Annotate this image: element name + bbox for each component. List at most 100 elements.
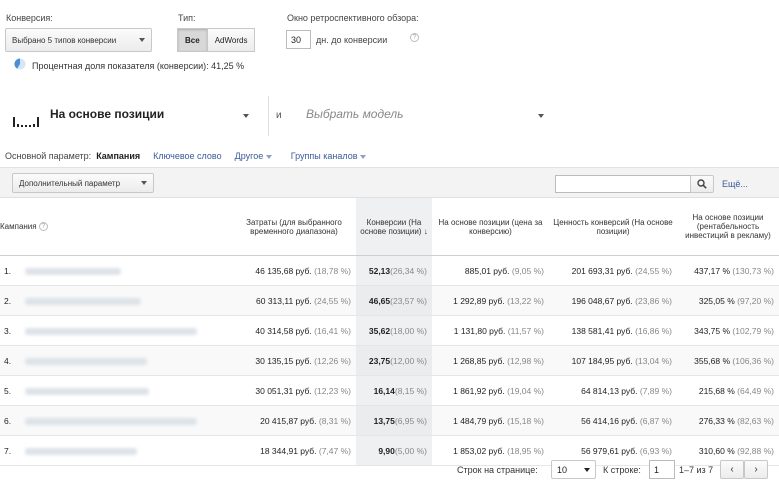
roas-cell: 437,17 % (130,73 %) (677, 255, 779, 286)
conversions-cell: 9,90(5,00 %) (356, 435, 432, 466)
roas-cell: 325,05 % (97,20 %) (677, 285, 779, 316)
table-row[interactable]: 1. 46 135,68 руб. (18,78 %) 52,13(26,34 %… (0, 255, 779, 286)
chevron-down-icon[interactable] (538, 114, 544, 118)
dimension-channel-groups-link[interactable]: Группы каналов (291, 151, 366, 161)
goto-row-label: К строке: (603, 465, 641, 475)
campaign-table: Кампания ? Затраты (для выбранного време… (0, 197, 779, 466)
campaign-cell[interactable]: 4. (0, 345, 232, 376)
type-label: Тип: (178, 13, 196, 23)
conversions-cell: 35,62(18,00 %) (356, 315, 432, 346)
table-row[interactable]: 6. 20 415,87 руб. (8,31 %) 13,75(6,95 %) 1… (0, 405, 779, 436)
roas-cell: 355,68 % (106,36 %) (677, 345, 779, 376)
type-adwords-button[interactable]: AdWords (207, 28, 256, 52)
chevron-down-icon (584, 467, 590, 472)
chevron-down-icon (139, 38, 145, 42)
cost-cell: 30 135,15 руб. (12,26 %) (232, 345, 356, 376)
dimension-campaign[interactable]: Кампания (96, 151, 140, 161)
search-button[interactable] (690, 175, 714, 193)
cpa-cell: 885,01 руб. (9,05 %) (432, 255, 549, 286)
campaign-name-redacted[interactable] (25, 447, 138, 455)
col-cpa[interactable]: На основе позиции (цена за конверсию) (432, 197, 549, 256)
value-cell: 64 814,13 руб. (7,89 %) (549, 375, 677, 406)
chevron-down-icon[interactable] (243, 114, 249, 118)
chevron-left-icon: ‹ (730, 464, 734, 475)
table-row[interactable]: 2. 60 313,11 руб. (24,55 %) 46,65(23,57 %… (0, 285, 779, 316)
conversions-cell: 16,14(8,15 %) (356, 375, 432, 406)
type-toggle: Все AdWords (177, 28, 256, 52)
campaign-name-redacted[interactable] (25, 387, 150, 395)
more-link[interactable]: Ещё... (722, 179, 748, 189)
campaign-name-redacted[interactable] (25, 327, 198, 335)
campaign-name-redacted[interactable] (25, 357, 148, 365)
row-number: 7. (4, 445, 12, 456)
cpa-cell: 1 861,92 руб. (19,04 %) (432, 375, 549, 406)
next-page-button[interactable]: › (744, 460, 768, 479)
value-cell: 56 414,16 руб. (6,87 %) (549, 405, 677, 436)
divider (268, 96, 269, 136)
primary-dimension-bar: Основной параметр: Кампания Ключевое сло… (5, 151, 366, 161)
col-roas[interactable]: На основе позиции (рентабельность инвест… (677, 197, 779, 256)
window-suffix: дн. до конверсии (316, 35, 388, 45)
dimension-other-link[interactable]: Другое (235, 151, 272, 161)
campaign-name-redacted[interactable] (25, 417, 198, 425)
cost-cell: 18 344,91 руб. (7,47 %) (232, 435, 356, 466)
conversion-select[interactable]: Выбрано 5 типов конверсии (5, 28, 152, 52)
share-text: Процентная доля показателя (конверсии): … (32, 61, 245, 71)
conversion-label: Конверсия: (6, 13, 53, 23)
cpa-cell: 1 131,80 руб. (11,57 %) (432, 315, 549, 346)
cpa-cell: 1 292,89 руб. (13,22 %) (432, 285, 549, 316)
model-connector: и (276, 110, 282, 121)
window-input[interactable]: 30 (286, 30, 311, 49)
roas-cell: 215,68 % (64,49 %) (677, 375, 779, 406)
table-row[interactable]: 4. 30 135,15 руб. (12,26 %) 23,75(12,00 %… (0, 345, 779, 376)
value-cell: 201 693,31 руб. (24,55 %) (549, 255, 677, 286)
secondary-dimension-label: Дополнительный параметр (19, 178, 121, 188)
cost-cell: 60 313,11 руб. (24,55 %) (232, 285, 356, 316)
rows-per-page-select[interactable]: 10 (551, 460, 596, 479)
col-conversions[interactable]: Конверсии (На основе позиции) ↓ (356, 197, 432, 256)
campaign-name-redacted[interactable] (25, 297, 142, 305)
page-range: 1–7 из 7 (679, 465, 714, 475)
campaign-cell[interactable]: 5. (0, 375, 232, 406)
campaign-cell[interactable]: 6. (0, 405, 232, 436)
help-icon: ? (38, 222, 48, 232)
model-primary-select[interactable]: На основе позиции (50, 107, 164, 121)
type-all-button[interactable]: Все (177, 28, 208, 52)
col-campaign[interactable]: Кампания ? (0, 197, 232, 256)
pie-chart-icon (14, 58, 26, 70)
col-value[interactable]: Ценность конверсий (На основе позиции) (549, 197, 677, 256)
roas-cell: 343,75 % (102,79 %) (677, 315, 779, 346)
conversions-cell: 13,75(6,95 %) (356, 405, 432, 436)
campaign-cell[interactable]: 3. (0, 315, 232, 346)
table-row[interactable]: 5. 30 051,31 руб. (12,23 %) 16,14(8,15 %)… (0, 375, 779, 406)
conversions-cell: 23,75(12,00 %) (356, 345, 432, 376)
campaign-cell[interactable]: 7. (0, 435, 232, 466)
secondary-dimension-button[interactable]: Дополнительный параметр (12, 173, 154, 193)
goto-row-input[interactable]: 1 (649, 460, 675, 479)
campaign-cell[interactable]: 2. (0, 285, 232, 316)
chevron-right-icon: › (754, 464, 758, 475)
cost-cell: 30 051,31 руб. (12,23 %) (232, 375, 356, 406)
model-secondary-select[interactable]: Выбрать модель (306, 107, 403, 121)
cpa-cell: 1 268,85 руб. (12,98 %) (432, 345, 549, 376)
rows-per-page-label: Строк на странице: (457, 465, 538, 475)
sort-down-icon: ↓ (423, 226, 428, 236)
help-icon[interactable]: ? (410, 33, 419, 42)
conversions-cell: 52,13(26,34 %) (356, 255, 432, 286)
prev-page-button[interactable]: ‹ (720, 460, 744, 479)
row-number: 2. (4, 295, 12, 306)
value-cell: 107 184,95 руб. (13,04 %) (549, 345, 677, 376)
table-search-input[interactable] (555, 175, 691, 193)
window-label: Окно ретроспективного обзора: (287, 13, 419, 23)
chevron-down-icon (141, 181, 147, 185)
table-row[interactable]: 3. 40 314,58 руб. (16,41 %) 35,62(18,00 %… (0, 315, 779, 346)
roas-cell: 276,33 % (82,63 %) (677, 405, 779, 436)
value-cell: 196 048,67 руб. (23,86 %) (549, 285, 677, 316)
campaign-name-redacted[interactable] (25, 267, 122, 275)
cost-cell: 40 314,58 руб. (16,41 %) (232, 315, 356, 346)
campaign-cell[interactable]: 1. (0, 255, 232, 286)
cost-cell: 20 415,87 руб. (8,31 %) (232, 405, 356, 436)
col-cost[interactable]: Затраты (для выбранного временного диапа… (232, 197, 356, 256)
dimension-keyword-link[interactable]: Ключевое слово (153, 151, 221, 161)
cpa-cell: 1 484,79 руб. (15,18 %) (432, 405, 549, 436)
